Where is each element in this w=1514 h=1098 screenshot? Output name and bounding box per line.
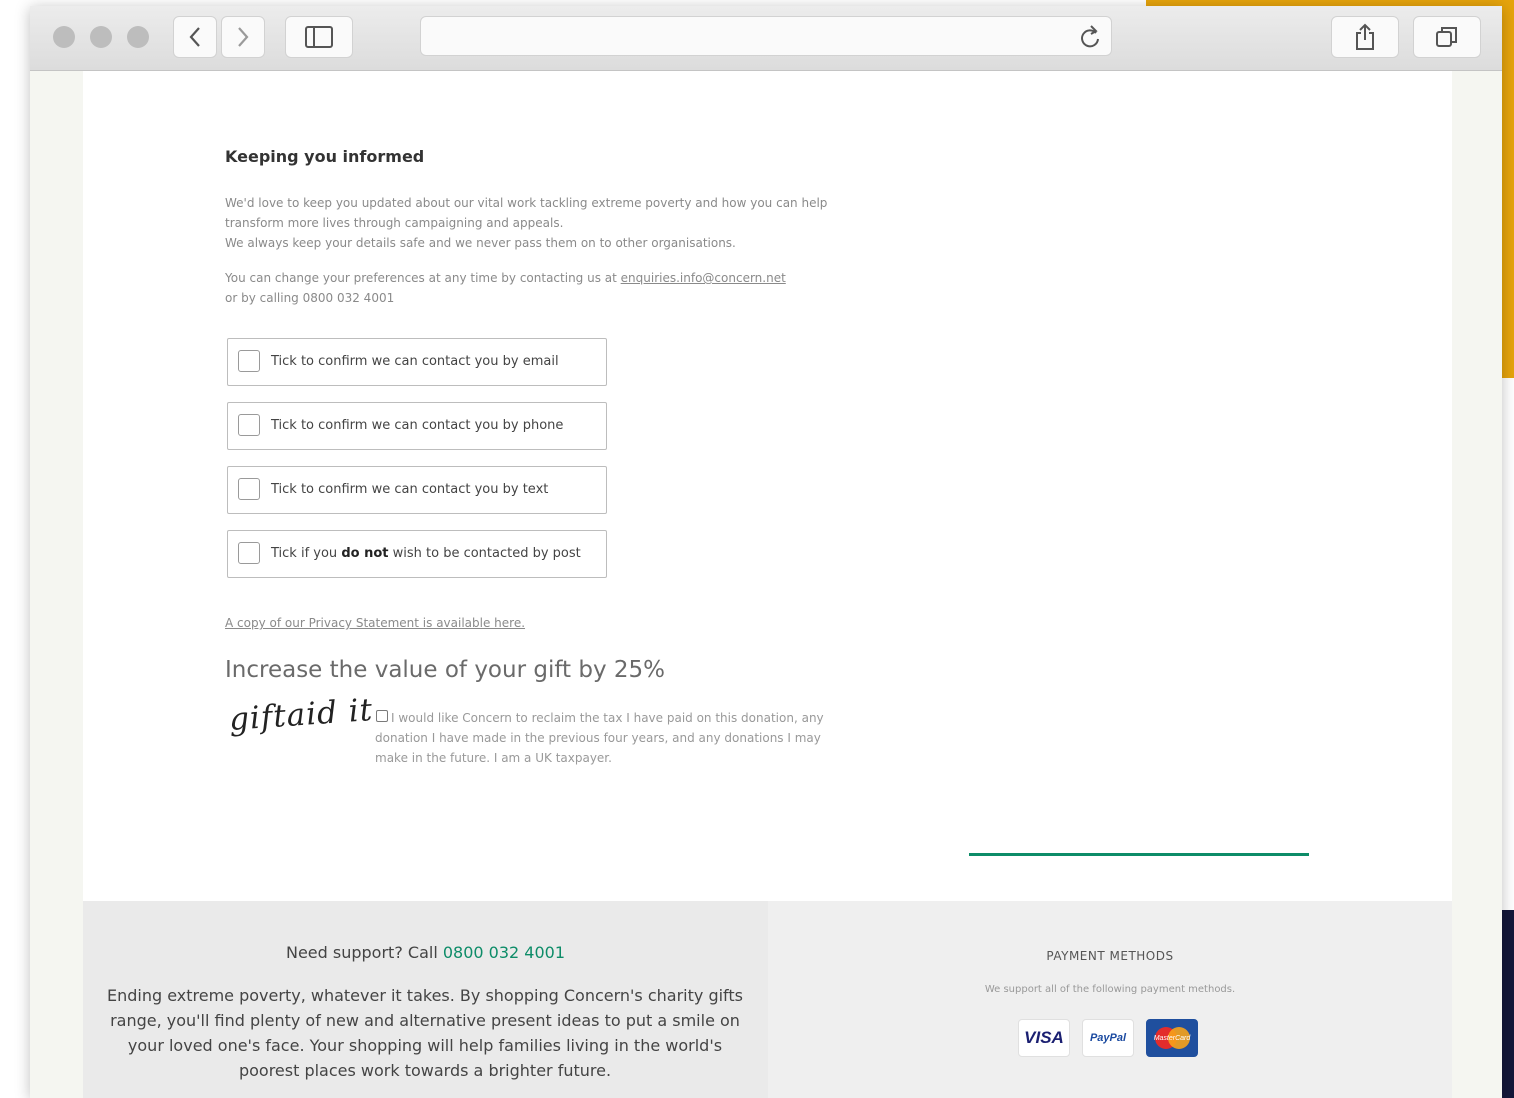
gift-aid-checkbox[interactable]	[376, 710, 388, 722]
close-window-button[interactable]	[53, 26, 75, 48]
post-optout-label-end: wish to be contacted by post	[388, 546, 581, 561]
support-line: Need support? Call 0800 032 4001	[83, 943, 768, 962]
payment-methods-title: PAYMENT METHODS	[1046, 949, 1174, 963]
phone-consent-option[interactable]: Tick to confirm we can contact you by ph…	[227, 402, 607, 450]
intro-text-1: We'd love to keep you updated about our …	[225, 196, 828, 230]
back-button[interactable]	[173, 16, 217, 58]
intro-text-2: We always keep your details safe and we …	[225, 236, 736, 250]
forward-button[interactable]	[221, 16, 265, 58]
footer-blurb: Ending extreme poverty, whatever it take…	[106, 986, 744, 1080]
post-optout-option[interactable]: Tick if you do not wish to be contacted …	[227, 530, 607, 578]
gift-aid-logo: giftaid it	[227, 692, 375, 738]
footer-support-panel: Need support? Call 0800 032 4001 Ending …	[83, 901, 768, 1098]
post-optout-checkbox[interactable]	[238, 542, 260, 564]
tabs-icon	[1436, 27, 1457, 47]
browser-toolbar	[30, 6, 1502, 71]
email-consent-checkbox[interactable]	[238, 350, 260, 372]
mastercard-label: MasterCard	[1153, 1034, 1191, 1042]
post-optout-label: Tick if you do not wish to be contacted …	[271, 546, 581, 561]
sidebar-button[interactable]	[285, 16, 353, 58]
share-button[interactable]	[1331, 16, 1399, 58]
text-consent-checkbox[interactable]	[238, 478, 260, 500]
text-consent-label: Tick to confirm we can contact you by te…	[271, 482, 549, 497]
zoom-window-button[interactable]	[127, 26, 149, 48]
reload-icon[interactable]	[1079, 25, 1101, 49]
support-phone-link[interactable]: 0800 032 4001	[443, 943, 565, 962]
payment-methods-subtitle: We support all of the following payment …	[984, 984, 1236, 995]
share-icon	[1356, 23, 1374, 50]
footer-payment-panel: PAYMENT METHODS We support all of the fo…	[768, 901, 1452, 1098]
preferences-text: You can change your preferences at any t…	[225, 268, 865, 308]
minimize-window-button[interactable]	[90, 26, 112, 48]
section-heading: Keeping you informed	[225, 147, 425, 166]
page-content: Keeping you informed We'd love to keep y…	[83, 71, 1452, 907]
visa-icon: VISA	[1018, 1019, 1070, 1057]
intro-text: We'd love to keep you updated about our …	[225, 193, 865, 253]
post-optout-label-start: Tick if you	[271, 546, 342, 561]
phone-consent-checkbox[interactable]	[238, 414, 260, 436]
email-link[interactable]: enquiries.info@concern.net	[621, 271, 786, 285]
payment-cards: VISA PayPal MasterCard	[1018, 1019, 1198, 1057]
support-text: Need support? Call	[285, 943, 443, 962]
mastercard-icon: MasterCard	[1146, 1019, 1198, 1057]
preferences-text-1: You can change your preferences at any t…	[225, 271, 621, 285]
post-optout-label-bold: do not	[341, 546, 389, 561]
text-consent-option[interactable]: Tick to confirm we can contact you by te…	[227, 466, 607, 514]
preferences-text-2: or by calling 0800 032 4001	[225, 291, 395, 305]
email-consent-option[interactable]: Tick to confirm we can contact you by em…	[227, 338, 607, 386]
paypal-icon: PayPal	[1082, 1019, 1134, 1057]
accent-divider	[969, 853, 1309, 856]
gift-aid-declaration: I would like Concern to reclaim the tax …	[375, 711, 824, 765]
email-consent-label: Tick to confirm we can contact you by em…	[271, 354, 559, 369]
back-icon	[189, 27, 200, 47]
sidebar-icon	[305, 26, 333, 48]
tabs-overview-button[interactable]	[1413, 16, 1481, 58]
decorative-navy-block	[1500, 910, 1514, 1098]
phone-consent-label: Tick to confirm we can contact you by ph…	[271, 418, 564, 433]
forward-icon	[238, 27, 249, 47]
address-bar[interactable]	[420, 16, 1112, 56]
gift-aid-heading: Increase the value of your gift by 25%	[225, 657, 665, 683]
privacy-statement-link[interactable]: A copy of our Privacy Statement is avail…	[225, 616, 525, 630]
